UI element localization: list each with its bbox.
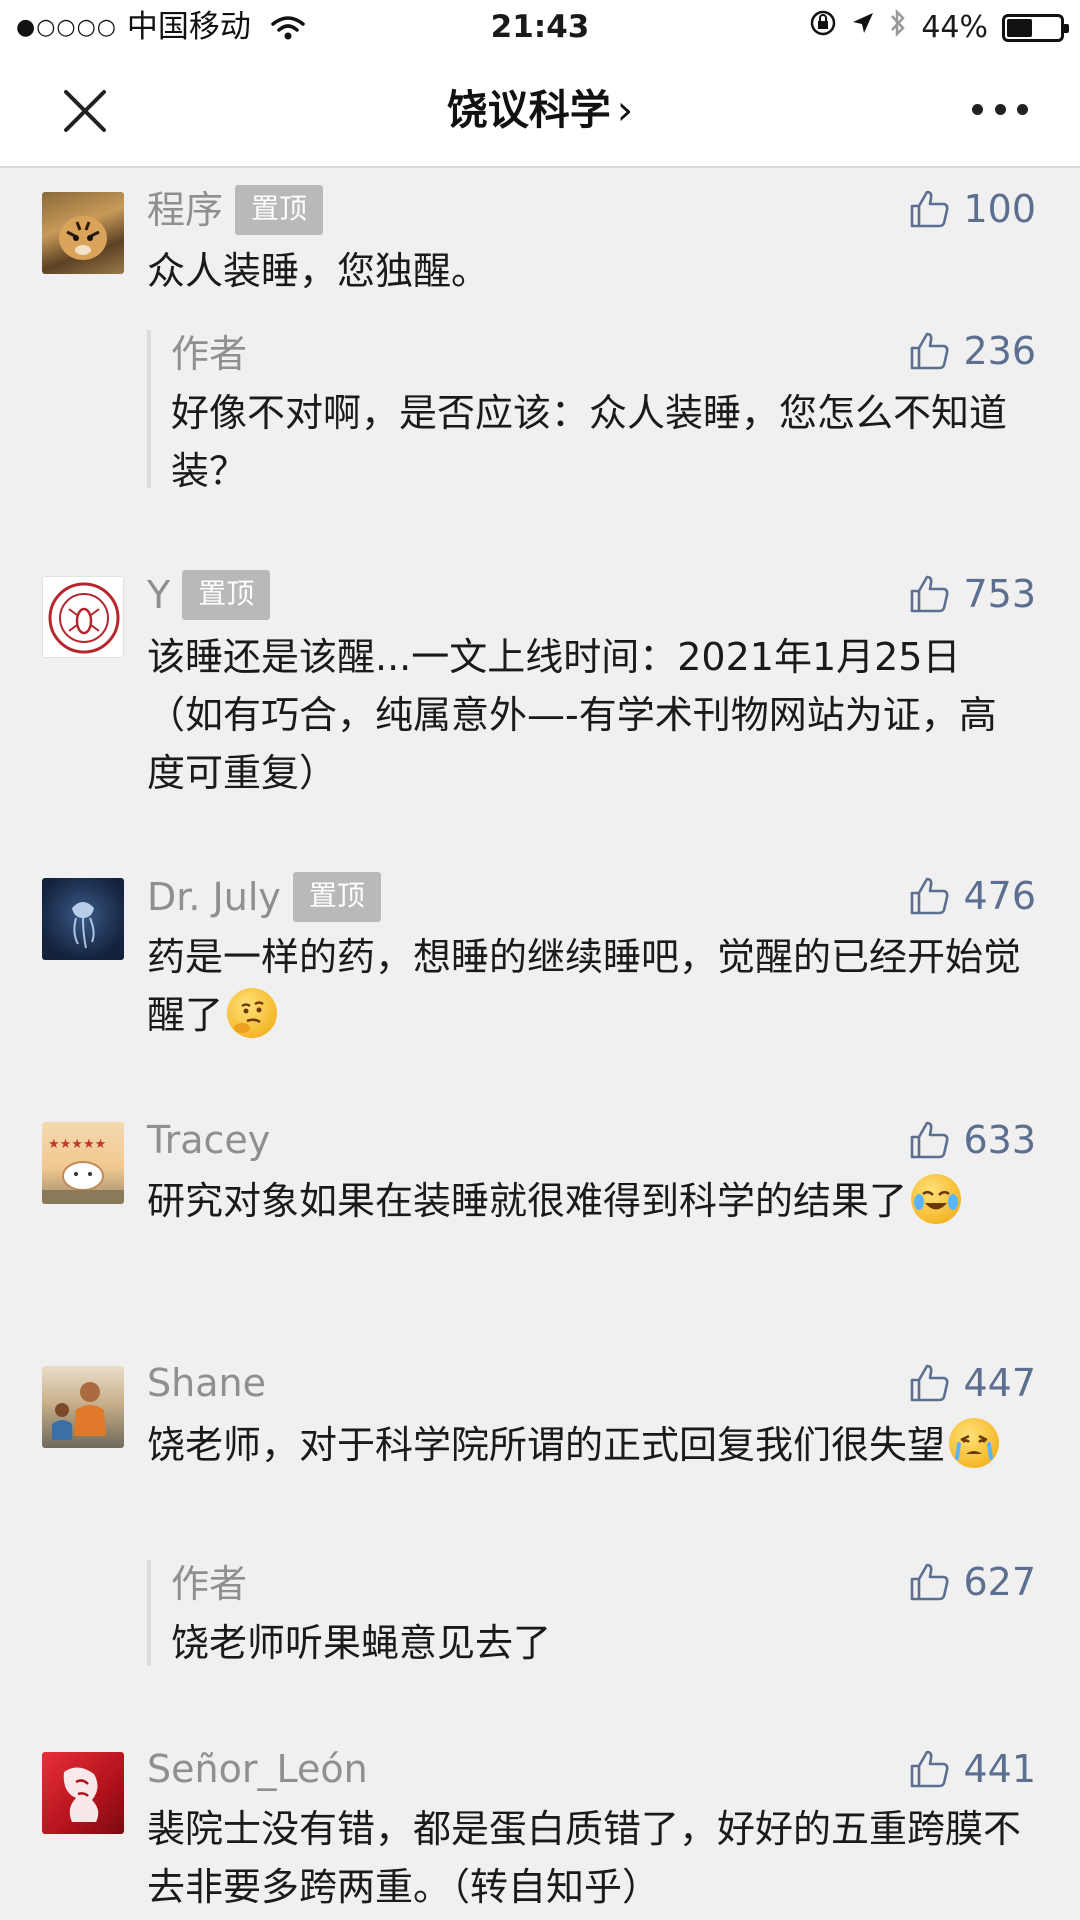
author-reply: 作者 好像不对啊，是否应该：众人装睡，您怎么不知道装？ bbox=[147, 330, 1037, 493]
comment-text: 裴院士没有错，都是蛋白质错了，好好的五重跨膜不去非要多跨两重。（转自知乎） bbox=[147, 1807, 1022, 1909]
thumbs-up-icon bbox=[911, 1364, 949, 1402]
comment-author: Tracey bbox=[147, 1116, 270, 1164]
status-bar: ●○○○○ 中国移动 21:43 44% bbox=[0, 0, 1080, 54]
comment-author: Dr. July 置顶 bbox=[147, 872, 381, 922]
author-name: Señor_León bbox=[147, 1747, 368, 1791]
author-reply: 作者 饶老师听果蝇意见去了 bbox=[147, 1560, 1037, 1666]
like-count: 236 bbox=[963, 329, 1036, 373]
bluetooth-icon bbox=[889, 8, 907, 48]
like-button[interactable]: 447 bbox=[909, 1359, 1036, 1407]
avatar[interactable] bbox=[42, 1366, 124, 1448]
comment-text: 饶老师，对于科学院所谓的正式回复我们很失望 bbox=[147, 1416, 1027, 1474]
like-count: 447 bbox=[963, 1361, 1036, 1405]
more-dot-icon bbox=[1017, 104, 1028, 115]
thumbs-up-icon bbox=[911, 1563, 949, 1601]
author-name: 程序 bbox=[147, 188, 224, 232]
battery-icon bbox=[1002, 14, 1069, 42]
thinking-emoji-icon bbox=[227, 988, 278, 1038]
svg-text:★★★★★: ★★★★★ bbox=[48, 1137, 106, 1152]
like-count: 633 bbox=[963, 1118, 1036, 1162]
reply-text: 饶老师听果蝇意见去了 bbox=[171, 1621, 552, 1665]
like-button[interactable]: 476 bbox=[909, 872, 1036, 920]
comment-text: 该睡还是该醒...一文上线时间：2021年1月25日（如有巧合，纯属意外—-有学… bbox=[147, 635, 997, 795]
chevron-right-icon: › bbox=[616, 86, 634, 134]
thumbs-up-icon bbox=[911, 575, 949, 613]
avatar[interactable] bbox=[42, 576, 124, 658]
like-button[interactable]: 633 bbox=[909, 1116, 1036, 1164]
reply-text: 好像不对啊，是否应该：众人装睡，您怎么不知道装？ bbox=[171, 391, 1008, 493]
thumbs-up-icon bbox=[911, 332, 949, 370]
author-name: Y bbox=[147, 573, 171, 617]
crying-emoji-icon bbox=[949, 1418, 1000, 1468]
avatar[interactable]: ★★★★★ bbox=[42, 1122, 124, 1204]
avatar[interactable] bbox=[42, 1752, 124, 1834]
comment-body: 饶老师，对于科学院所谓的正式回复我们很失望 bbox=[147, 1423, 946, 1467]
avatar[interactable] bbox=[42, 192, 124, 274]
laughing-emoji-icon bbox=[911, 1174, 962, 1224]
comment-author: Shane bbox=[147, 1359, 266, 1407]
thumbs-up-icon bbox=[911, 190, 949, 228]
like-count: 753 bbox=[963, 572, 1036, 616]
reply-like-button[interactable]: 236 bbox=[909, 327, 1036, 375]
battery-percent: 44% bbox=[921, 10, 988, 45]
status-icons: 44% bbox=[809, 8, 1069, 48]
thumbs-up-icon bbox=[911, 1750, 949, 1788]
reply-author: 作者 bbox=[171, 332, 248, 376]
nav-bar: 饶议科学 › bbox=[0, 54, 1080, 168]
like-count: 627 bbox=[963, 1560, 1036, 1604]
reply-like-button[interactable]: 627 bbox=[909, 1558, 1036, 1606]
pinned-badge: 置顶 bbox=[292, 872, 381, 922]
like-button[interactable]: 441 bbox=[909, 1745, 1036, 1793]
location-icon bbox=[851, 9, 875, 47]
like-button[interactable]: 100 bbox=[909, 185, 1036, 233]
avatar[interactable] bbox=[42, 878, 124, 960]
like-count: 476 bbox=[963, 874, 1036, 918]
account-title-link[interactable]: 饶议科学 › bbox=[0, 84, 1080, 136]
comment-text: 研究对象如果在装睡就很难得到科学的结果了 bbox=[147, 1172, 1027, 1230]
like-count: 100 bbox=[963, 187, 1036, 231]
like-count: 441 bbox=[963, 1747, 1036, 1791]
author-name: Tracey bbox=[147, 1118, 271, 1162]
reply-author: 作者 bbox=[171, 1562, 248, 1606]
page-title: 饶议科学 bbox=[446, 86, 611, 134]
more-dot-icon bbox=[972, 104, 983, 115]
more-dot-icon bbox=[994, 104, 1006, 115]
comment-body: 药是一样的药，想睡的继续睡吧，觉醒的已经开始觉醒了 bbox=[147, 935, 1022, 1037]
author-name: Dr. July bbox=[147, 875, 281, 919]
pinned-badge: 置顶 bbox=[235, 185, 324, 235]
comment-text: 药是一样的药，想睡的继续睡吧，觉醒的已经开始觉醒了 bbox=[147, 928, 1027, 1044]
comment-author: Señor_León bbox=[147, 1745, 368, 1793]
author-name: Shane bbox=[147, 1361, 266, 1405]
comment-text: 众人装睡，您独醒。 bbox=[147, 249, 490, 293]
pinned-badge: 置顶 bbox=[182, 570, 271, 620]
comment-author: 程序 置顶 bbox=[147, 185, 324, 235]
thumbs-up-icon bbox=[911, 1121, 949, 1159]
like-button[interactable]: 753 bbox=[909, 570, 1036, 618]
comment-author: Y 置顶 bbox=[147, 570, 271, 620]
more-options-button[interactable] bbox=[972, 104, 1028, 118]
comment-body: 研究对象如果在装睡就很难得到科学的结果了 bbox=[147, 1179, 908, 1223]
thumbs-up-icon bbox=[911, 877, 949, 915]
rotation-lock-icon bbox=[809, 9, 837, 47]
